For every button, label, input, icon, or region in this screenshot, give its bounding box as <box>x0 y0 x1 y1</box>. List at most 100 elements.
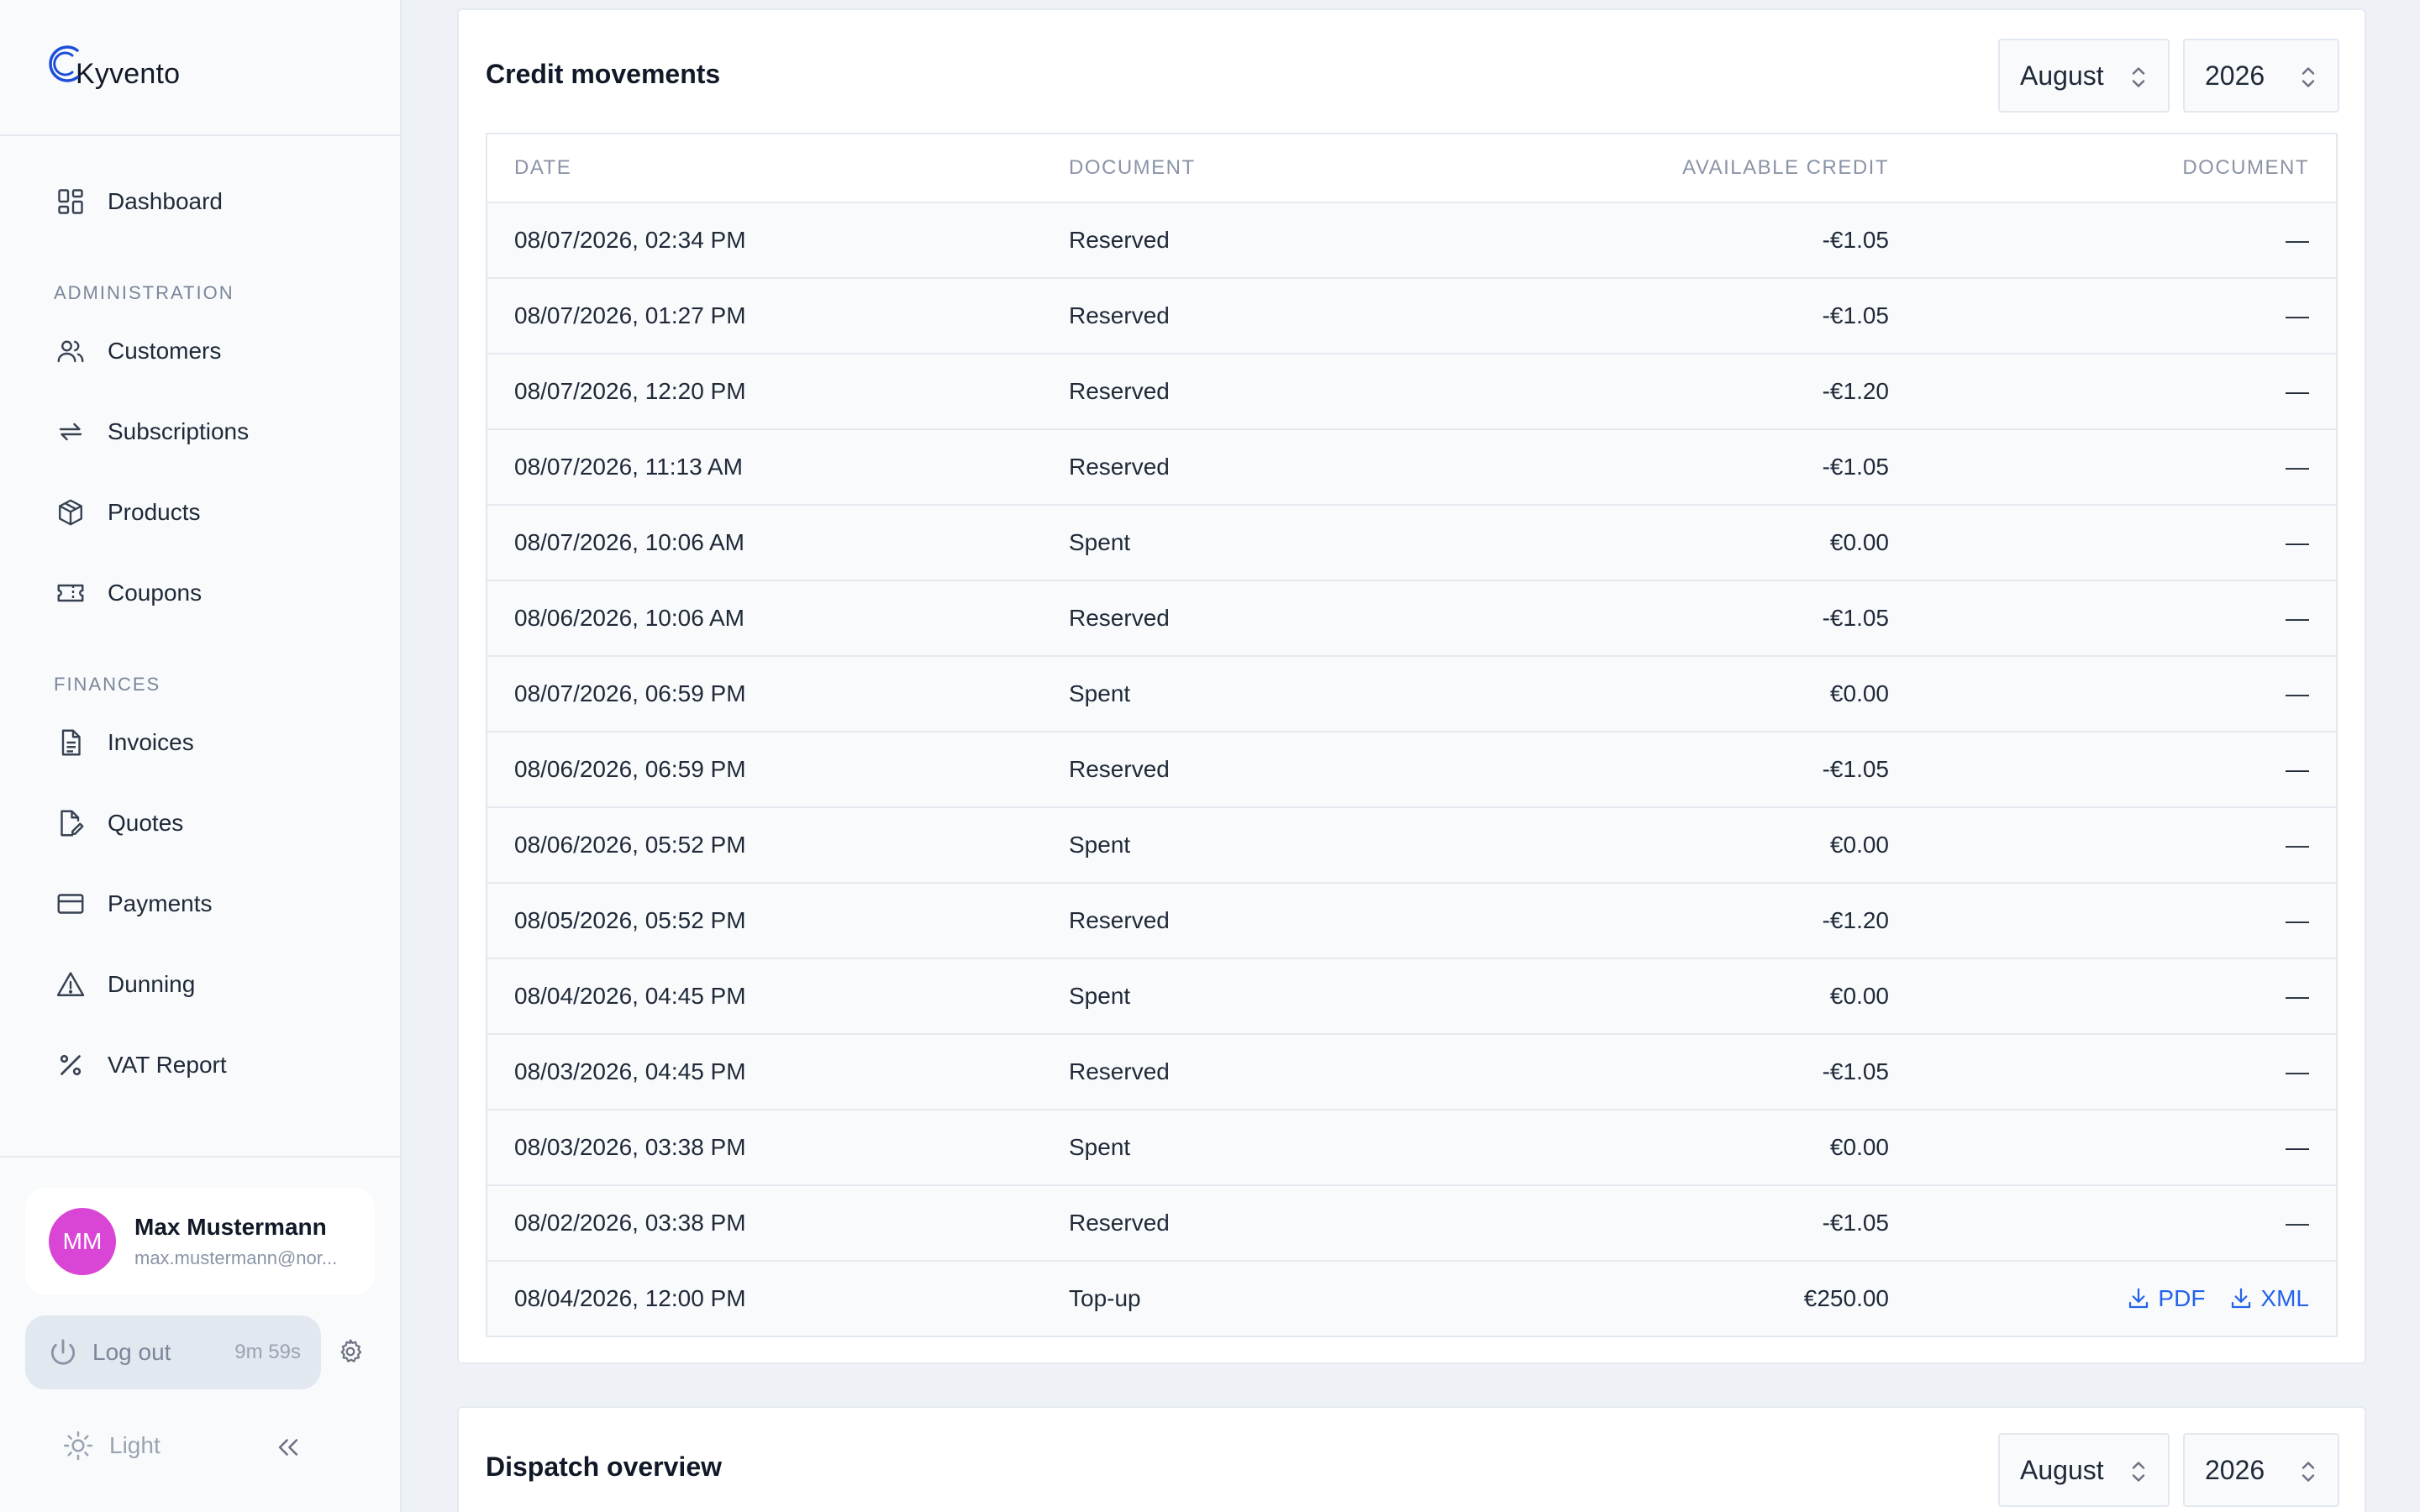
table-row: 08/07/2026, 10:06 AM Spent €0.00 — <box>487 504 2336 580</box>
cell-file: — <box>2286 1210 2309 1236</box>
box-icon <box>54 496 87 529</box>
cell-file: — <box>2286 983 2309 1009</box>
cell-file: — <box>2286 378 2309 404</box>
table-row: 08/03/2026, 04:45 PM Reserved -€1.05 — <box>487 1033 2336 1109</box>
avatar: MM <box>49 1208 116 1275</box>
table-row: 08/04/2026, 12:00 PM Top-up €250.00 PDF … <box>487 1260 2336 1336</box>
cell-date: 08/05/2026, 05:52 PM <box>514 907 746 933</box>
collapse-sidebar-button[interactable] <box>274 1433 302 1466</box>
document-icon <box>54 726 87 759</box>
year-select[interactable]: 2026 <box>2183 39 2339 113</box>
cell-date: 08/07/2026, 02:34 PM <box>514 227 746 253</box>
ticket-icon <box>54 576 87 610</box>
cell-date: 08/07/2026, 12:20 PM <box>514 378 746 404</box>
warning-icon <box>54 968 87 1001</box>
cell-document: Spent <box>1069 1134 1131 1160</box>
brand[interactable]: Kyvento <box>0 0 400 136</box>
cell-available-credit: €250.00 <box>1803 1285 1889 1311</box>
power-icon <box>50 1339 76 1365</box>
cell-date: 08/07/2026, 01:27 PM <box>514 302 746 328</box>
table-row: 08/06/2026, 06:59 PM Reserved -€1.05 — <box>487 731 2336 806</box>
section-title-administration: ADMINISTRATION <box>54 282 234 303</box>
logout-label: Log out <box>92 1339 171 1365</box>
repeat-icon <box>54 415 87 449</box>
chevron-updown-icon <box>2132 67 2145 87</box>
cell-document: Spent <box>1069 983 1131 1009</box>
credit-movements-card: Credit movements August 2026 DATE DOCUME… <box>457 8 2366 1364</box>
cell-file: — <box>2286 1058 2309 1084</box>
column-header-document: DOCUMENT <box>1069 156 1196 179</box>
month-select[interactable]: August <box>1998 39 2170 113</box>
sidebar-item-customers[interactable]: Customers <box>0 311 400 391</box>
cell-file: — <box>2286 302 2309 328</box>
sidebar-item-payments[interactable]: Payments <box>0 864 400 944</box>
dispatch-year-select[interactable]: 2026 <box>2183 1433 2339 1507</box>
section-title-finances: FINANCES <box>54 674 161 695</box>
download-xml-link[interactable]: XML <box>2228 1285 2309 1312</box>
cell-available-credit: -€1.05 <box>1822 756 1889 782</box>
cell-available-credit: -€1.05 <box>1822 302 1889 328</box>
cell-file: — <box>2286 907 2309 933</box>
cell-date: 08/07/2026, 06:59 PM <box>514 680 746 706</box>
cell-document: Reserved <box>1069 454 1170 480</box>
sidebar-item-label: Products <box>108 499 201 525</box>
cell-document: Spent <box>1069 832 1131 858</box>
sidebar-item-dunning[interactable]: Dunning <box>0 944 400 1025</box>
cell-date: 08/06/2026, 10:06 AM <box>514 605 744 631</box>
brand-name: Kyvento <box>76 58 181 90</box>
credit-movements-title: Credit movements <box>486 59 721 89</box>
sidebar-item-label: VAT Report <box>108 1052 227 1078</box>
user-name: Max Mustermann <box>134 1214 327 1240</box>
sidebar-item-label: Dashboard <box>108 188 223 214</box>
cell-document: Reserved <box>1069 1210 1170 1236</box>
download-pdf-link[interactable]: PDF <box>2126 1285 2205 1312</box>
settings-button[interactable] <box>336 1337 366 1368</box>
cell-file: — <box>2286 605 2309 631</box>
cell-file: — <box>2286 680 2309 706</box>
theme-toggle[interactable]: Light <box>62 1430 160 1462</box>
table-row: 08/02/2026, 03:38 PM Reserved -€1.05 — <box>487 1184 2336 1260</box>
cell-file: — <box>2286 529 2309 555</box>
percent-icon <box>54 1048 87 1082</box>
sidebar-item-subscriptions[interactable]: Subscriptions <box>0 391 400 472</box>
sidebar-item-products[interactable]: Products <box>0 472 400 553</box>
sidebar-item-dashboard[interactable]: Dashboard <box>0 161 400 242</box>
sidebar-item-quotes[interactable]: Quotes <box>0 783 400 864</box>
month-select-value: August <box>2020 60 2104 91</box>
cell-date: 08/06/2026, 05:52 PM <box>514 832 746 858</box>
cell-files: PDF XML <box>1889 1285 2336 1312</box>
sidebar-item-coupons[interactable]: Coupons <box>0 553 400 633</box>
sidebar-footer: MM Max Mustermann max.mustermann@nor... … <box>0 1156 400 1512</box>
user-card[interactable]: MM Max Mustermann max.mustermann@nor... <box>25 1188 375 1295</box>
cell-available-credit: €0.00 <box>1829 680 1889 706</box>
cell-document: Reserved <box>1069 756 1170 782</box>
sidebar-item-vat-report[interactable]: VAT Report <box>0 1025 400 1105</box>
dispatch-month-value: August <box>2020 1454 2104 1485</box>
download-pdf-label: PDF <box>2158 1285 2206 1311</box>
chevrons-left-icon <box>278 1439 298 1456</box>
cell-document: Spent <box>1069 529 1131 555</box>
column-header-document-file: DOCUMENT <box>2182 156 2309 179</box>
cell-date: 08/06/2026, 06:59 PM <box>514 756 746 782</box>
logout-button[interactable]: Log out 9m 59s <box>25 1315 321 1389</box>
cell-file: — <box>2286 1134 2309 1160</box>
table-row: 08/06/2026, 05:52 PM Spent €0.00 — <box>487 806 2336 882</box>
theme-label: Light <box>109 1432 160 1458</box>
sidebar-item-invoices[interactable]: Invoices <box>0 702 400 783</box>
cell-file: — <box>2286 454 2309 480</box>
cell-date: 08/03/2026, 03:38 PM <box>514 1134 746 1160</box>
cell-available-credit: -€1.05 <box>1822 1058 1889 1084</box>
sidebar-item-label: Customers <box>108 338 222 364</box>
cell-available-credit: €0.00 <box>1829 983 1889 1009</box>
credit-card-icon <box>54 887 87 921</box>
column-header-date: DATE <box>514 156 572 179</box>
sidebar-item-label: Payments <box>108 890 213 916</box>
download-icon <box>2232 1288 2251 1309</box>
dispatch-month-select[interactable]: August <box>1998 1433 2170 1507</box>
table-body: 08/07/2026, 02:34 PM Reserved -€1.05—08/07… <box>487 202 2336 1260</box>
cell-available-credit: -€1.05 <box>1822 1210 1889 1236</box>
table-row: 08/07/2026, 06:59 PM Spent €0.00 — <box>487 655 2336 731</box>
table-row: 08/07/2026, 12:20 PM Reserved -€1.20 — <box>487 353 2336 428</box>
cell-date: 08/07/2026, 10:06 AM <box>514 529 744 555</box>
cell-file: — <box>2286 227 2309 253</box>
